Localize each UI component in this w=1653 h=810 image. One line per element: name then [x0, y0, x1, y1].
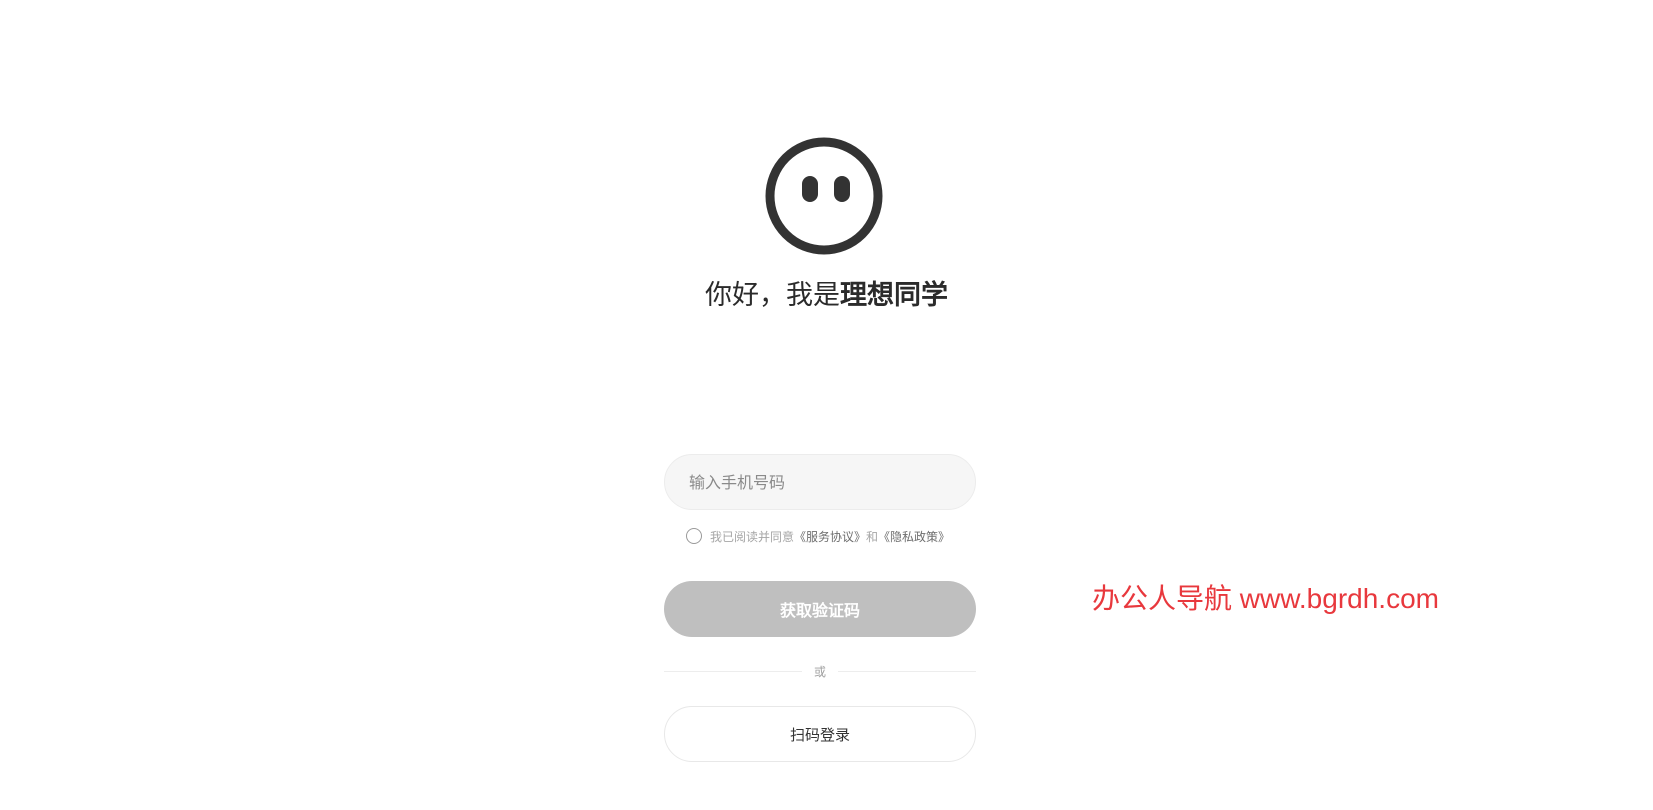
greeting-prefix: 你好，我是: [705, 280, 840, 311]
scan-login-button[interactable]: 扫码登录: [664, 706, 976, 762]
divider-line-left: [664, 670, 802, 672]
greeting-title: 你好，我是理想同学: [0, 276, 1653, 316]
face-logo-icon: [765, 137, 883, 255]
divider-line-right: [838, 670, 977, 672]
or-divider: 或: [664, 660, 977, 682]
agreement-text: 我已阅读并同意: [710, 529, 795, 544]
get-code-button[interactable]: 获取验证码: [664, 581, 976, 637]
agreement-row: 我已阅读并同意 《服务协议》 和 《隐私政策》: [686, 524, 950, 548]
phone-input[interactable]: [664, 454, 976, 510]
login-page: 你好，我是理想同学 我已阅读并同意 《服务协议》 和 《隐私政策》 获取验证码 …: [0, 0, 1653, 810]
agreement-checkbox[interactable]: [686, 528, 702, 544]
agreement-and: 和: [866, 529, 879, 544]
privacy-policy-link[interactable]: 《隐私政策》: [878, 528, 950, 545]
watermark-text: 办公人导航 www.bgrdh.com: [1092, 583, 1439, 614]
greeting-name: 理想同学: [840, 280, 948, 311]
or-label: 或: [814, 664, 827, 679]
service-agreement-link[interactable]: 《服务协议》: [794, 528, 866, 545]
